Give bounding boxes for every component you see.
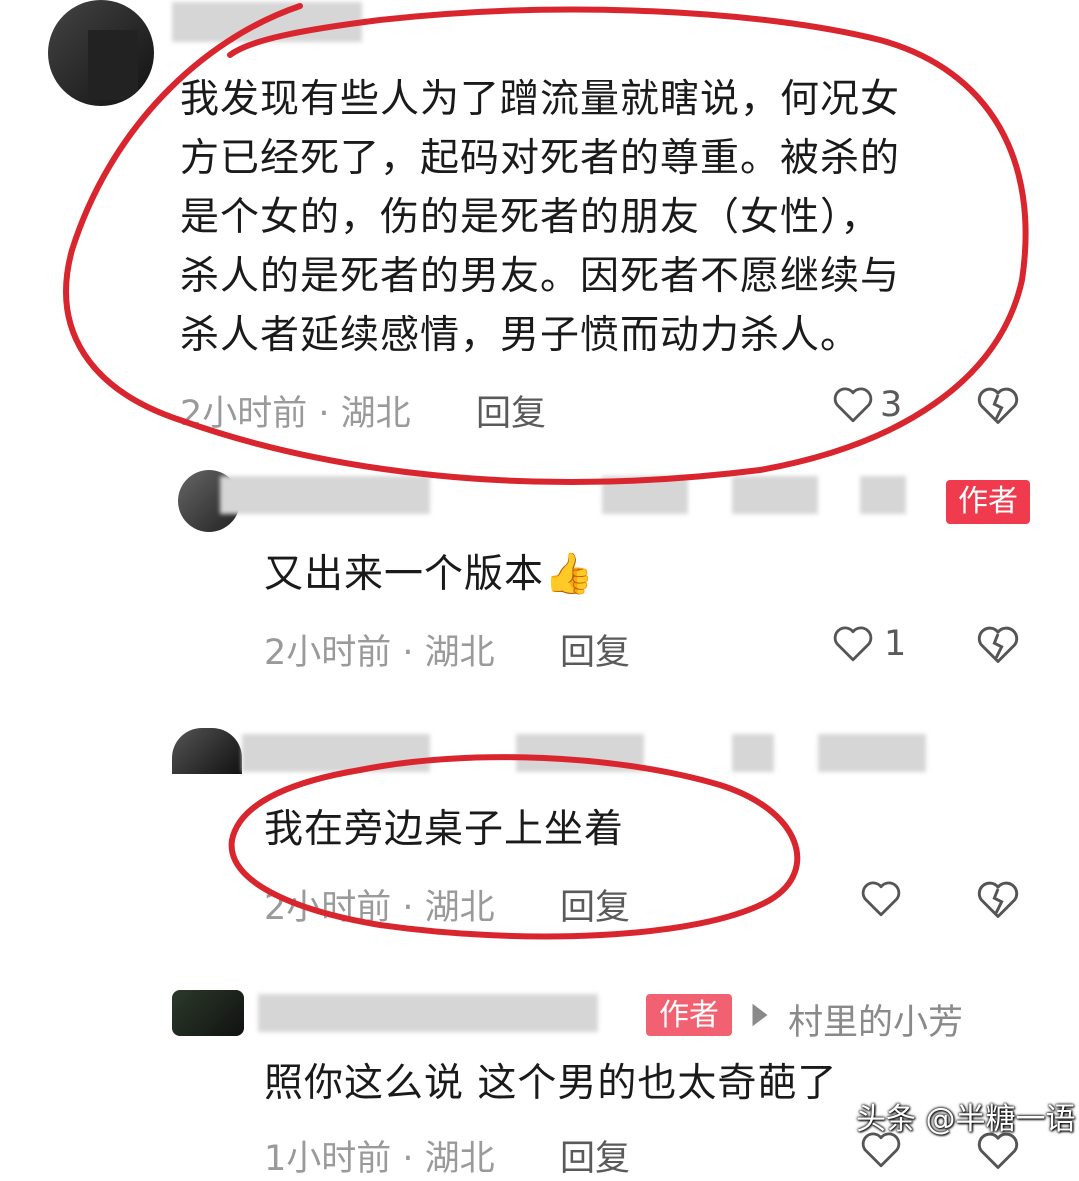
reply-button[interactable]: 回复 <box>560 624 630 675</box>
avatar[interactable] <box>172 728 242 774</box>
comment-line: 方已经死了，起码对死者的尊重。被杀的 <box>180 136 901 181</box>
username-blurred[interactable] <box>860 476 906 514</box>
comment-line: 我发现有些人为了蹭流量就瞎说，何况女 <box>180 77 901 122</box>
reply-button[interactable]: 回复 <box>560 1130 630 1181</box>
reply-button[interactable]: 回复 <box>476 385 546 436</box>
thumbs-up-emoji: 👍 <box>544 551 595 597</box>
reply-button[interactable]: 回复 <box>560 879 630 930</box>
username-blurred[interactable] <box>602 476 688 514</box>
comment-line: 是个女的，伤的是死者的朋友（女性）， <box>180 195 881 240</box>
author-badge: 作者 <box>646 994 732 1036</box>
watermark: 头条 @半糖一语 <box>856 1102 1076 1137</box>
avatar[interactable] <box>48 0 154 106</box>
comment-content: 又出来一个版本 <box>264 552 545 597</box>
username-blurred[interactable] <box>516 734 644 772</box>
username-blurred[interactable] <box>818 734 926 772</box>
comment-text: 我发现有些人为了蹭流量就瞎说，何况女 方已经死了，起码对死者的尊重。被杀的 是个… <box>180 70 1040 365</box>
dislike-icon[interactable] <box>976 385 1020 427</box>
like-count: 3 <box>880 385 903 425</box>
username-blurred[interactable] <box>242 734 430 772</box>
time-location: 2小时前 · 湖北 <box>180 394 411 434</box>
comment-content: 我在旁边桌子上坐着 <box>264 807 625 852</box>
like-icon[interactable] <box>860 879 902 919</box>
time-location: 1小时前 · 湖北 <box>264 1139 495 1179</box>
dislike-icon[interactable] <box>976 879 1020 921</box>
username-blurred[interactable] <box>172 2 362 42</box>
like-icon[interactable] <box>832 385 874 425</box>
avatar[interactable] <box>172 990 244 1036</box>
reply-to-username[interactable]: 村里的小芳 <box>788 994 963 1045</box>
reply-arrow-icon <box>748 1000 772 1034</box>
comment-line: 杀人者延续感情，男子愤而动力杀人。 <box>180 313 861 358</box>
time-location: 2小时前 · 湖北 <box>264 633 495 673</box>
comment-line: 杀人的是死者的男友。因死者不愿继续与 <box>180 254 901 299</box>
username-blurred[interactable] <box>220 476 430 514</box>
comment-content: 照你这么说 这个男的也太奇葩了 <box>264 1061 838 1106</box>
like-count: 1 <box>884 624 907 664</box>
username-blurred[interactable] <box>258 994 598 1032</box>
username-blurred[interactable] <box>732 734 774 772</box>
comment-text: 又出来一个版本👍 <box>264 545 595 604</box>
dislike-icon[interactable] <box>976 624 1020 666</box>
username-blurred[interactable] <box>732 476 818 514</box>
time-location: 2小时前 · 湖北 <box>264 888 495 928</box>
author-badge: 作者 <box>946 480 1030 524</box>
like-icon[interactable] <box>832 624 874 664</box>
